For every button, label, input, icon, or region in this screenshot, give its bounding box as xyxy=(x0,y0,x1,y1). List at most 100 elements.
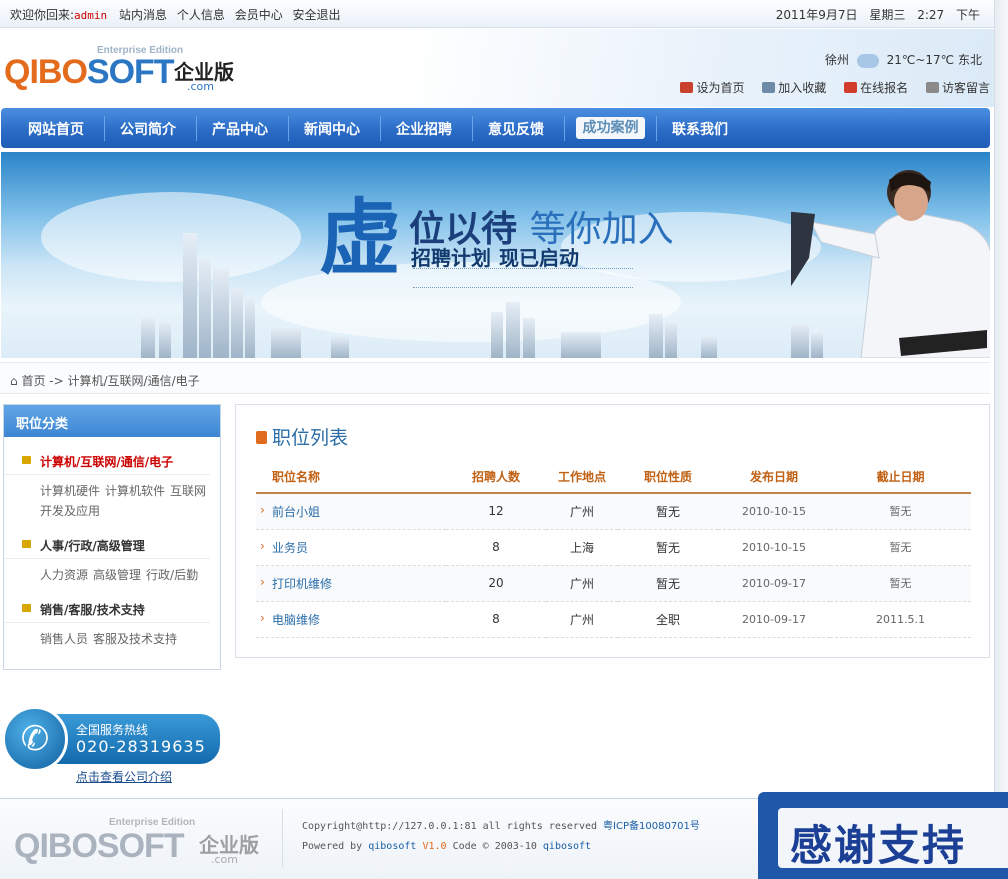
logo-wordmark: QIBOSOFT xyxy=(4,53,175,91)
breadcrumb-home[interactable]: 首页 xyxy=(21,374,45,388)
job-count: 20 xyxy=(446,565,546,602)
job-location: 广州 xyxy=(546,565,618,602)
job-name-link[interactable]: 打印机维修 xyxy=(256,565,446,602)
bookmark-link[interactable]: 加入收藏 xyxy=(762,81,826,95)
col-deadline: 截止日期 xyxy=(830,461,971,494)
category-hr[interactable]: 人事/行政/高级管理 xyxy=(4,529,210,559)
col-location: 工作地点 xyxy=(546,461,618,494)
home-icon xyxy=(680,82,694,93)
nav-jobs[interactable]: 企业招聘 xyxy=(396,119,452,139)
table-row: 电脑维修 8 广州 全职 2010-09-17 2011.5.1 xyxy=(256,601,971,638)
job-list-panel: 职位列表 职位名称 招聘人数 工作地点 职位性质 发布日期 截止日期 前台小姐 … xyxy=(235,404,990,658)
breadcrumb-current[interactable]: 计算机/互联网/通信/电子 xyxy=(68,374,200,388)
table-header-row: 职位名称 招聘人数 工作地点 职位性质 发布日期 截止日期 xyxy=(256,461,971,494)
sub-computer-hardware[interactable]: 计算机硬件 xyxy=(40,484,100,498)
qibosoft-link[interactable]: qibosoft xyxy=(368,841,416,852)
nav-about[interactable]: 公司简介 xyxy=(120,119,176,139)
job-count: 12 xyxy=(446,493,546,530)
nav-home[interactable]: 网站首页 xyxy=(28,119,84,139)
datetime: 2011年9月7日 星期三 2:27 下午 xyxy=(768,6,980,23)
bullet-icon xyxy=(22,540,31,548)
col-job-name: 职位名称 xyxy=(256,461,446,494)
link-profile[interactable]: 个人信息 xyxy=(177,8,225,22)
bullet-icon xyxy=(22,604,31,612)
sub-support[interactable]: 客服及技术支持 xyxy=(93,632,177,646)
qibosoft-link-2[interactable]: qibosoft xyxy=(543,841,591,852)
logo-com: .com xyxy=(187,80,214,93)
footer-divider xyxy=(282,809,283,867)
job-list-title: 职位列表 xyxy=(256,423,348,450)
home-icon: ⌂ xyxy=(10,374,18,388)
job-deadline: 暂无 xyxy=(830,529,971,566)
link-messages[interactable]: 站内消息 xyxy=(119,8,167,22)
help-icon xyxy=(844,82,858,93)
link-member-center[interactable]: 会员中心 xyxy=(235,8,283,22)
job-name-link[interactable]: 电脑维修 xyxy=(256,601,446,638)
recruitment-banner: 虚 位以待 等你加入 招聘计划 现已启动 xyxy=(1,152,990,358)
nav-products[interactable]: 产品中心 xyxy=(212,119,268,139)
company-intro-link[interactable]: 点击查看公司介绍 xyxy=(76,768,172,785)
job-deadline: 暂无 xyxy=(830,493,971,530)
phone-icon: ✆ xyxy=(2,706,68,772)
category-computer[interactable]: 计算机/互联网/通信/电子 xyxy=(4,445,210,475)
banner-fine-print xyxy=(413,268,633,288)
hotline-label: 全国服务热线 xyxy=(76,723,149,737)
table-row: 前台小姐 12 广州 暂无 2010-10-15 暂无 xyxy=(256,493,971,530)
nav-contact[interactable]: 联系我们 xyxy=(672,119,728,139)
job-name-link[interactable]: 前台小姐 xyxy=(256,493,446,530)
category-subs: 人力资源 高级管理 行政/后勤 xyxy=(4,559,220,593)
online-signup-link[interactable]: 在线报名 xyxy=(844,81,908,95)
job-type: 暂无 xyxy=(618,565,718,602)
nav-news[interactable]: 新闻中心 xyxy=(304,119,360,139)
weather-widget: 徐州 21℃~17℃ 东北 xyxy=(825,51,982,68)
header: Enterprise Edition QIBOSOFT 企业版 .com 徐州 … xyxy=(0,29,994,107)
banner-subheadline: 招聘计划 现已启动 xyxy=(411,246,579,270)
nav-divider xyxy=(196,116,197,141)
job-count: 8 xyxy=(446,529,546,566)
job-count: 8 xyxy=(446,601,546,638)
site-logo[interactable]: Enterprise Edition QIBOSOFT 企业版 .com xyxy=(4,45,254,95)
list-icon xyxy=(256,431,267,444)
job-type: 暂无 xyxy=(618,529,718,566)
nav-divider xyxy=(656,116,657,141)
nav-divider xyxy=(380,116,381,141)
sub-computer-software[interactable]: 计算机软件 xyxy=(105,484,165,498)
job-type: 全职 xyxy=(618,601,718,638)
sidebar-title: 职位分类 xyxy=(4,405,220,437)
sub-senior-mgmt[interactable]: 高级管理 xyxy=(93,568,141,582)
sub-admin[interactable]: 行政/后勤 xyxy=(146,568,198,582)
category-sales[interactable]: 销售/客服/技术支持 xyxy=(4,593,210,623)
thanks-float-ad[interactable]: 感谢支持 xyxy=(758,792,1008,879)
icp-link[interactable]: 粤ICP备10080701号 xyxy=(603,821,700,832)
nav-feedback[interactable]: 意见反馈 xyxy=(488,119,544,139)
job-location: 广州 xyxy=(546,601,618,638)
vertical-scrollbar[interactable] xyxy=(994,0,1008,879)
sub-hr[interactable]: 人力资源 xyxy=(40,568,88,582)
category-subs: 计算机硬件 计算机软件 互联网开发及应用 xyxy=(4,475,220,529)
job-deadline: 2011.5.1 xyxy=(830,601,971,638)
job-post-date: 2010-09-17 xyxy=(718,601,830,638)
main-nav: 网站首页 公司简介 产品中心 新闻中心 企业招聘 意见反馈 成功案例 联系我们 xyxy=(1,108,990,148)
job-deadline: 暂无 xyxy=(830,565,971,602)
hotline-number: 020-28319635 xyxy=(76,737,206,756)
job-post-date: 2010-10-15 xyxy=(718,529,830,566)
guestbook-link[interactable]: 访客留言 xyxy=(925,81,990,95)
top-bar: 欢迎你回来:admin 站内消息 个人信息 会员中心 安全退出 2011年9月7… xyxy=(0,0,1008,28)
col-type: 职位性质 xyxy=(618,461,718,494)
table-row: 业务员 8 上海 暂无 2010-10-15 暂无 xyxy=(256,529,971,566)
nav-cases[interactable]: 成功案例 xyxy=(576,117,645,139)
weekday-text: 星期三 xyxy=(869,8,906,22)
job-category-sidebar: 职位分类 计算机/互联网/通信/电子 计算机硬件 计算机软件 互联网开发及应用 人事… xyxy=(3,404,221,670)
footer-logo: Enterprise Edition QIBOSOFT 企业版 .com xyxy=(14,817,259,866)
sub-sales[interactable]: 销售人员 xyxy=(40,632,88,646)
table-row: 打印机维修 20 广州 暂无 2010-09-17 暂无 xyxy=(256,565,971,602)
weather-wind: 东北 xyxy=(957,53,982,67)
col-count: 招聘人数 xyxy=(446,461,546,494)
weather-temp: 21℃~17℃ xyxy=(886,53,955,67)
link-logout[interactable]: 安全退出 xyxy=(293,8,341,22)
service-hotline: ✆ 全国服务热线 020-28319635 xyxy=(2,706,222,774)
set-homepage-link[interactable]: 设为首页 xyxy=(680,81,744,95)
job-name-link[interactable]: 业务员 xyxy=(256,529,446,566)
date-text: 2011年9月7日 xyxy=(775,8,858,22)
time-text: 2:27 xyxy=(917,8,945,22)
